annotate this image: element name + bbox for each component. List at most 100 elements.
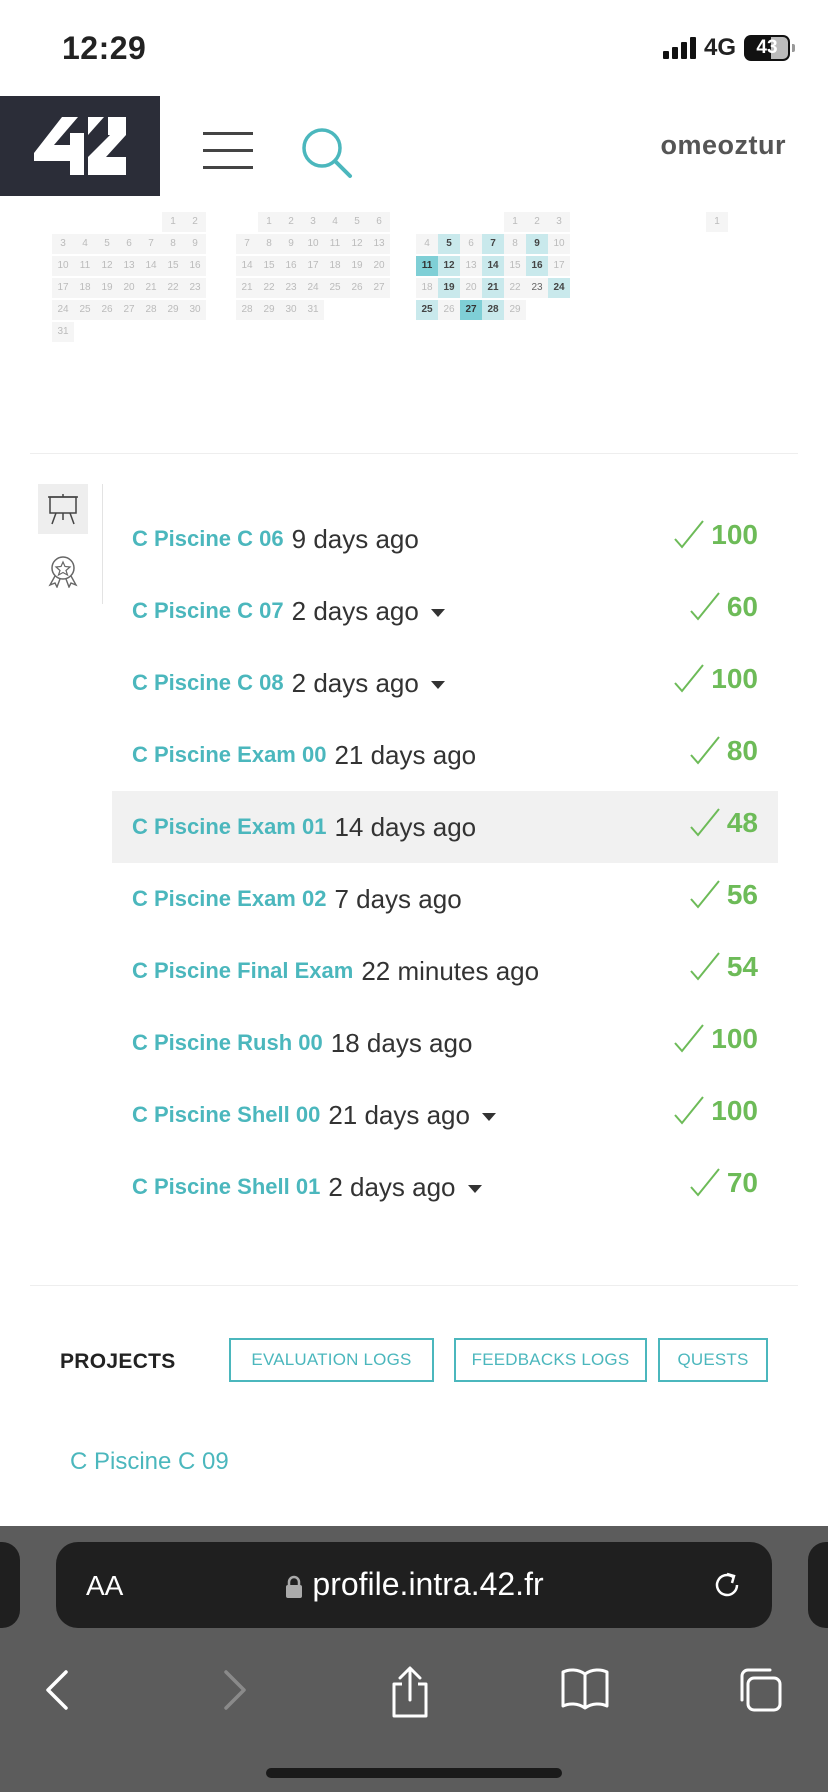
network-label: 4G — [703, 34, 736, 61]
grade-value: 60 — [726, 591, 758, 622]
calendar-week: 11 12 13 14 15 16 17 — [416, 256, 570, 278]
calendar-day: 14 — [482, 256, 504, 276]
project-name[interactable]: C Piscine Rush 00 — [132, 1030, 323, 1056]
status-time: 12:29 — [62, 30, 147, 66]
project-name[interactable]: C Piscine Exam 00 — [132, 742, 326, 768]
calendar-day: 11 — [324, 234, 346, 254]
project-row[interactable]: C Piscine Shell 01 2 days ago 70 — [112, 1151, 778, 1223]
next-tab-pill[interactable] — [808, 1542, 828, 1628]
calendar-day: 25 — [324, 278, 346, 298]
calendar-month: 1 2 3 4 5 6 7 8 9 10 11 12 13 14 15 16 17 18 19 20 21 22 23 24 2… — [416, 212, 570, 322]
project-row[interactable]: C Piscine C 07 2 days ago 60 — [112, 575, 778, 647]
calendar-day: 12 — [96, 256, 118, 276]
calendar-day: 2 — [526, 212, 548, 232]
reload-icon[interactable] — [710, 1568, 744, 1607]
project-name[interactable]: C Piscine Final Exam — [132, 958, 353, 984]
calendar-week: 14 15 16 17 18 19 20 — [236, 256, 390, 278]
project-name[interactable]: C Piscine Exam 01 — [132, 814, 326, 840]
project-time: 2 days ago — [291, 667, 419, 698]
calendar-day: 1 — [706, 212, 728, 232]
bookmarks-icon[interactable] — [560, 1666, 610, 1715]
caret-down-icon[interactable] — [467, 1185, 482, 1193]
project-grade: 100 — [673, 1023, 758, 1055]
calendar-day: 17 — [302, 256, 324, 276]
calendar-day: 15 — [258, 256, 280, 276]
project-row[interactable]: C Piscine Final Exam 22 minutes ago 54 — [112, 935, 778, 1007]
calendar-day: 8 — [258, 234, 280, 254]
calendar-day: 21 — [236, 278, 258, 298]
project-time: 9 days ago — [291, 523, 419, 554]
url-display[interactable]: profile.intra.42.fr — [56, 1566, 772, 1603]
back-icon[interactable] — [40, 1666, 74, 1719]
calendar-day: 28 — [236, 300, 258, 320]
activity-calendar: 1 2 3 4 5 6 7 8 9 10 11 12 13 14 15 16 17 18 19 20 21 22 23 24 2… — [52, 212, 792, 362]
grade-value: 100 — [711, 663, 758, 694]
previous-tab-pill[interactable] — [0, 1542, 20, 1628]
address-bar[interactable]: AA profile.intra.42.fr — [56, 1542, 772, 1628]
project-row[interactable]: C Piscine Rush 00 18 days ago 100 — [112, 1007, 778, 1079]
project-row-highlighted[interactable]: C Piscine Exam 01 14 days ago 48 — [112, 791, 778, 863]
calendar-day: 1 — [504, 212, 526, 232]
project-name[interactable]: C Piscine Shell 01 — [132, 1174, 320, 1200]
forward-icon — [218, 1666, 252, 1719]
project-row[interactable]: C Piscine C 06 9 days ago 100 — [112, 503, 778, 575]
tab-projects[interactable] — [38, 484, 88, 534]
battery-icon: 43 — [744, 35, 795, 61]
calendar-day: 22 — [504, 278, 526, 298]
calendar-day: 18 — [416, 278, 438, 298]
calendar-day: 9 — [280, 234, 302, 254]
calendar-day: 15 — [162, 256, 184, 276]
evaluation-logs-button[interactable]: EVALUATION LOGS — [229, 1338, 434, 1382]
project-list: C Piscine C 06 9 days ago 100 C Piscine C … — [112, 503, 778, 1223]
home-indicator — [266, 1768, 562, 1778]
share-icon[interactable] — [388, 1666, 432, 1723]
current-project-link[interactable]: C Piscine C 09 — [70, 1448, 229, 1476]
caret-down-icon[interactable] — [481, 1113, 496, 1121]
calendar-day: 8 — [162, 234, 184, 254]
calendar-day: 10 — [302, 234, 324, 254]
quests-button[interactable]: QUESTS — [658, 1338, 768, 1382]
tab-achievements[interactable] — [38, 546, 88, 596]
caret-down-icon[interactable] — [430, 609, 445, 617]
check-icon — [674, 520, 705, 549]
logo-42[interactable] — [0, 96, 160, 196]
project-row[interactable]: C Piscine Exam 00 21 days ago 80 — [112, 719, 778, 791]
grade-value: 100 — [711, 1095, 758, 1126]
status-bar: 12:29 4G 43 — [0, 0, 828, 96]
project-name[interactable]: C Piscine C 06 — [132, 526, 284, 552]
calendar-day: 31 — [52, 322, 74, 342]
caret-down-icon[interactable] — [430, 681, 445, 689]
calendar-day: 20 — [368, 256, 390, 276]
project-row[interactable]: C Piscine C 08 2 days ago 100 — [112, 647, 778, 719]
search-icon[interactable] — [300, 126, 356, 187]
calendar-day: 7 — [482, 234, 504, 254]
project-name[interactable]: C Piscine C 07 — [132, 598, 284, 624]
check-icon — [674, 1096, 705, 1125]
project-time: 18 days ago — [330, 1027, 473, 1058]
calendar-day: 17 — [548, 256, 570, 276]
project-row[interactable]: C Piscine Shell 00 21 days ago 100 — [112, 1079, 778, 1151]
calendar-day: 18 — [324, 256, 346, 276]
calendar-month: 1 2 3 4 5 6 7 8 9 10 11 12 13 14 15 16 17 18 19 20 21 22 23 24 2… — [236, 212, 390, 322]
calendar-day: 13 — [368, 234, 390, 254]
calendar-week: 21 22 23 24 25 26 27 — [236, 278, 390, 300]
project-name[interactable]: C Piscine Exam 02 — [132, 886, 326, 912]
browser-toolbar — [0, 1648, 828, 1738]
calendar-day: 10 — [548, 234, 570, 254]
calendar-week: 25 26 27 28 29 — [416, 300, 570, 322]
username-link[interactable]: omeoztur — [661, 130, 787, 161]
feedbacks-logs-button[interactable]: FEEDBACKS LOGS — [454, 1338, 647, 1382]
menu-icon[interactable] — [203, 132, 253, 172]
calendar-week: 17 18 19 20 21 22 23 — [52, 278, 206, 300]
project-row[interactable]: C Piscine Exam 02 7 days ago 56 — [112, 863, 778, 935]
calendar-day: 15 — [504, 256, 526, 276]
check-icon — [690, 736, 720, 765]
calendar-day: 4 — [74, 234, 96, 254]
project-name[interactable]: C Piscine C 08 — [132, 670, 284, 696]
calendar-day: 5 — [346, 212, 368, 232]
app-header: omeoztur — [0, 96, 828, 196]
calendar-day — [460, 212, 482, 232]
project-name[interactable]: C Piscine Shell 00 — [132, 1102, 320, 1128]
calendar-day: 26 — [96, 300, 118, 320]
tabs-icon[interactable] — [736, 1666, 784, 1719]
